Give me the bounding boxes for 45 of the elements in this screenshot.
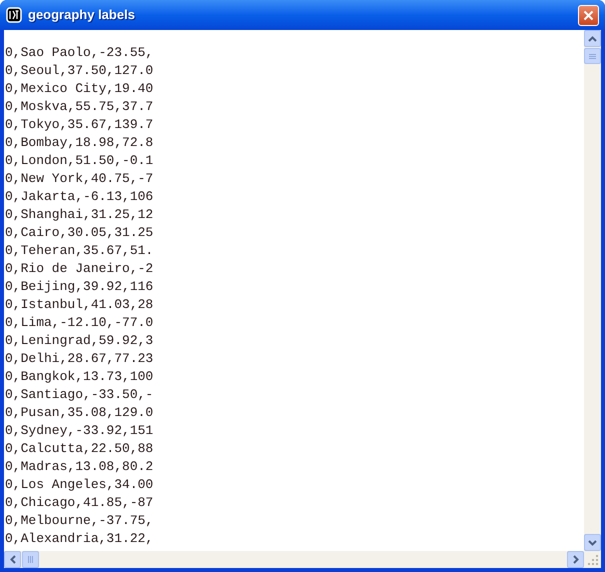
text-line: 0,Santiago,-33.50,- [5, 386, 154, 404]
chevron-up-icon [588, 36, 597, 42]
text-line: 0,New York,40.75,-7 [5, 170, 154, 188]
text-line: 0,Delhi,28.67,77.23 [5, 350, 154, 368]
text-line: 0,Los Angeles,34.00 [5, 476, 154, 494]
text-line: 0,Alexandria,31.22, [5, 530, 154, 548]
vertical-scrollbar[interactable] [584, 30, 601, 551]
text-line: 0,Pusan,35.08,129.0 [5, 404, 154, 422]
text-line: 0,Seoul,37.50,127.0 [5, 62, 154, 80]
app-icon [6, 7, 22, 23]
text-line: 0,Chicago,41.85,-87 [5, 494, 154, 512]
text-line: 0,Bombay,18.98,72.8 [5, 134, 154, 152]
text-line: 0,Sydney,-33.92,151 [5, 422, 154, 440]
text-line: 0,Sao Paolo,-23.55, [5, 44, 154, 62]
text-line: 0,Jakarta,-6.13,106 [5, 188, 154, 206]
text-line: 0,Melbourne,-37.75, [5, 512, 154, 530]
window-title: geography labels [28, 6, 135, 24]
scroll-right-button[interactable] [567, 551, 584, 568]
text-line: 0,Tokyo,35.67,139.7 [5, 116, 154, 134]
text-line: 0,Cairo,30.05,31.25 [5, 224, 154, 242]
chevron-left-icon [10, 555, 16, 564]
text-line: 0,Moskva,55.75,37.7 [5, 98, 154, 116]
text-line: 0,Bangkok,13.73,100 [5, 368, 154, 386]
text-line: 0,Teheran,35.67,51. [5, 242, 154, 260]
chevron-down-icon [588, 540, 597, 546]
text-line: 0,Madras,13.08,80.2 [5, 458, 154, 476]
text-line: 0,Leningrad,59.92,3 [5, 332, 154, 350]
text-line: 0,Lima,-12.10,-77.0 [5, 314, 154, 332]
close-icon [583, 10, 594, 20]
text-line: 0,Istanbul,41.03,28 [5, 296, 154, 314]
text-line: 0,London,51.50,-0.1 [5, 152, 154, 170]
text-line: 0,Rio de Janeiro,-2 [5, 260, 154, 278]
text-line: 0,Calcutta,22.50,88 [5, 440, 154, 458]
scroll-thumb[interactable] [584, 48, 601, 64]
text-line: 0,Beijing,39.92,116 [5, 278, 154, 296]
scroll-down-button[interactable] [584, 534, 601, 551]
scroll-up-button[interactable] [584, 30, 601, 47]
horizontal-scrollbar[interactable] [4, 551, 584, 568]
scroll-left-button[interactable] [4, 551, 21, 568]
chevron-right-icon [572, 555, 578, 564]
text-line: 0,Shanghai,31.25,12 [5, 206, 154, 224]
scroll-thumb[interactable] [22, 551, 39, 568]
resize-grip-icon[interactable] [584, 551, 601, 568]
close-button[interactable] [578, 4, 599, 26]
text-line: 0,Mexico City,19.40 [5, 80, 154, 98]
